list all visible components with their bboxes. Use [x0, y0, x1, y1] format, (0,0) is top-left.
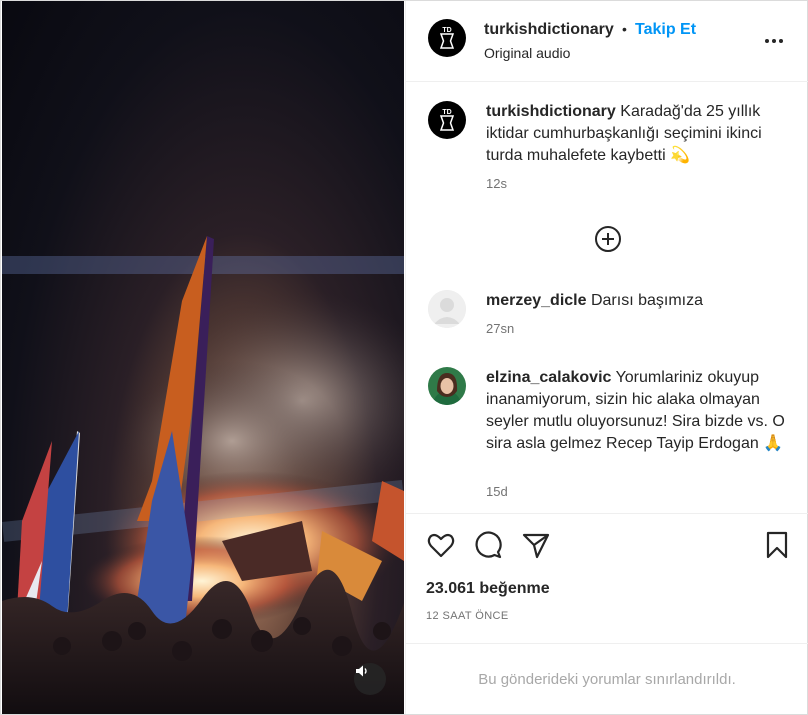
comment-icon	[475, 531, 502, 559]
comments-list: TD turkishdictionary Karadağ'da 25 yıllı…	[406, 83, 808, 513]
caption: turkishdictionary Karadağ'da 25 yıllık i…	[486, 101, 786, 167]
default-avatar-icon	[428, 290, 466, 328]
separator-dot: •	[622, 21, 627, 37]
share-icon	[522, 533, 550, 559]
comment-username[interactable]: merzey_dicle	[486, 292, 587, 309]
mute-button[interactable]	[354, 663, 386, 695]
comment: elzina_calakovic Yorumlariniz okuyup ina…	[486, 367, 786, 455]
caption-time[interactable]: 12s	[486, 176, 507, 191]
user-photo	[428, 367, 466, 405]
caption-avatar[interactable]: TD	[428, 101, 466, 139]
svg-text:TD: TD	[442, 109, 451, 116]
like-button[interactable]	[426, 530, 456, 560]
comment: merzey_dicle Darısı başımıza	[486, 290, 786, 312]
audio-label[interactable]: Original audio	[484, 45, 570, 61]
post-video[interactable]	[2, 1, 404, 714]
caption-emoji: 💫	[670, 147, 691, 164]
post-side-panel: TD turkishdictionary • Takip Et Original…	[405, 1, 808, 714]
author-avatar[interactable]: TD	[428, 19, 466, 57]
post-actions: 23.061 beğenme 12 SAAT ÖNCE	[406, 513, 808, 643]
post-time[interactable]: 12 SAAT ÖNCE	[426, 610, 509, 622]
author-username[interactable]: turkishdictionary	[484, 21, 614, 39]
restricted-text: Bu gönderideki yorumlar sınırlandırıldı.	[478, 670, 736, 688]
comment-emoji: 🙏	[763, 435, 784, 452]
caption-username[interactable]: turkishdictionary	[486, 103, 616, 120]
share-button[interactable]	[521, 530, 551, 560]
load-more-comments-button[interactable]	[594, 225, 622, 253]
commenter-avatar[interactable]	[428, 290, 466, 328]
add-circle-icon	[595, 226, 621, 252]
comment-time[interactable]: 15d	[486, 484, 508, 499]
like-count[interactable]: 23.061 beğenme	[426, 580, 550, 598]
comments-restricted-notice: Bu gönderideki yorumlar sınırlandırıldı.	[406, 643, 808, 714]
commenter-avatar[interactable]	[428, 367, 466, 405]
follow-button[interactable]: Takip Et	[635, 21, 696, 39]
more-options-icon[interactable]	[762, 31, 786, 51]
save-button[interactable]	[762, 530, 792, 560]
comment-button[interactable]	[473, 530, 503, 560]
comment-username[interactable]: elzina_calakovic	[486, 369, 611, 386]
bookmark-icon	[766, 531, 788, 559]
comment-time[interactable]: 27sn	[486, 321, 514, 336]
post-header: TD turkishdictionary • Takip Et Original…	[406, 1, 808, 82]
tea-glass-logo-icon: TD	[439, 27, 455, 49]
tea-glass-logo-icon: TD	[439, 109, 455, 131]
video-frame	[2, 236, 404, 714]
heart-icon	[427, 533, 455, 558]
comment-text: Darısı başımıza	[590, 292, 703, 309]
svg-text:TD: TD	[442, 27, 451, 34]
